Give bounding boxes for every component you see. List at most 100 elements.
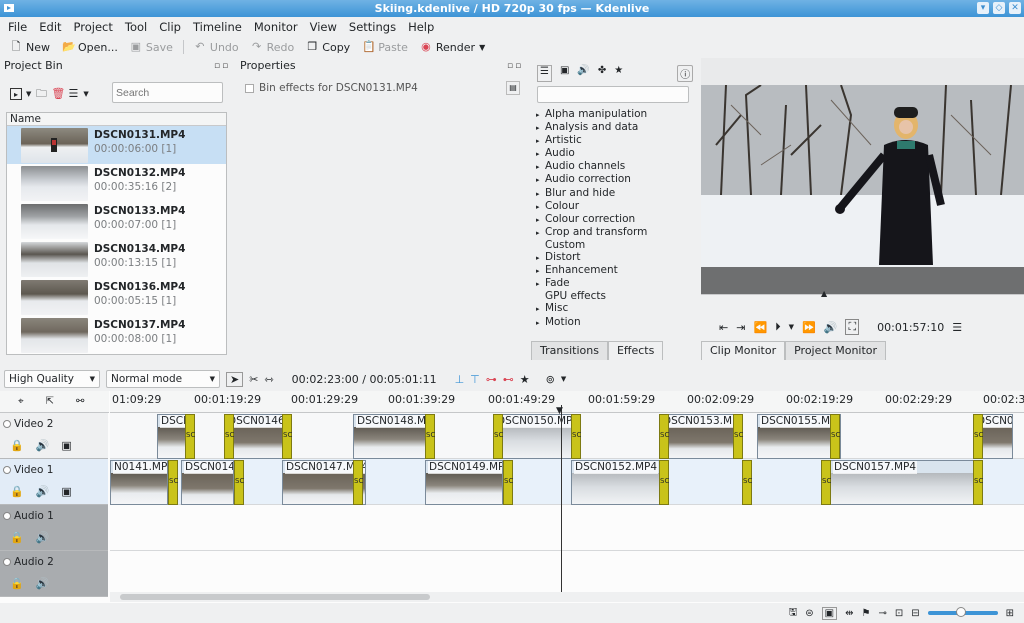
transition-clip[interactable]: SC [733,414,743,459]
tab-project-monitor[interactable]: Project Monitor [785,341,887,360]
transition-clip[interactable]: SC [830,414,840,459]
effect-category-item[interactable]: ▸ Crop and transform [536,226,647,239]
fit-zoom-icon[interactable]: ⛶ [845,319,860,335]
playhead-marker-icon[interactable]: ▼ [556,406,563,416]
timeline-clip[interactable]: DSCN0152.MP4 [571,460,669,505]
timeline-clip[interactable]: DSCN0149.MP4 [425,460,503,505]
add-folder-icon[interactable]: 🗀 [35,88,47,100]
snap-status-icon[interactable]: ⊸ [878,608,886,619]
menu-clip[interactable]: Clip [153,20,187,34]
timeline-scrollbar[interactable] [110,592,1024,602]
transition-clip[interactable]: SC [282,414,292,459]
menu-edit[interactable]: Edit [33,20,67,34]
column-header-name[interactable]: Name [7,113,226,126]
effect-category-item[interactable]: ▸ Enhancement [536,264,647,277]
chevron-down-icon[interactable]: ▼ [789,323,794,331]
monitor-ruler[interactable]: ▲ [701,289,1024,306]
play-icon[interactable]: ⏵ [775,320,781,334]
zoom-slider-handle[interactable] [955,607,966,617]
spacer-tool-icon[interactable]: ⇿ [264,373,273,386]
zoom-fit-icon[interactable]: ⊡ [895,608,903,619]
track-target-icon[interactable] [3,466,11,474]
monitor-preview-image[interactable] [701,85,1024,267]
close-icon[interactable]: ✕ [1009,2,1021,14]
list-view-icon[interactable]: ☰ [537,65,552,82]
panel-float-close-icon[interactable]: ▫▫ [507,61,523,71]
selection-tool-icon[interactable]: ➤ [226,371,244,387]
hide-video-icon[interactable]: ▣ [61,485,71,498]
bin-clip-row[interactable]: DSCN0134.MP4 00:00:13:15 [1] [7,240,226,278]
info-icon[interactable]: ⓘ [677,65,694,82]
bin-search-input[interactable] [112,82,223,103]
save-status-icon[interactable]: 🖫 [789,605,798,622]
chevron-down-icon[interactable]: ▼ [561,375,566,383]
track-header-audio1[interactable]: Audio 1 🔒 🔊 [0,505,108,551]
effect-category-item[interactable]: ▸ Distort [536,251,647,264]
effect-category-item[interactable]: ▸ Alpha manipulation [536,108,647,121]
forward-icon[interactable]: ⏩ [802,321,816,334]
zoom-out-icon[interactable]: ⊟ [911,608,919,619]
zoom-in-icon[interactable]: ⊞ [1006,608,1014,619]
audio-thumbs-icon[interactable]: ⊜ [805,608,813,619]
effect-category-item[interactable]: GPU effects [536,290,647,302]
menu-file[interactable]: File [2,20,33,34]
maximize-icon[interactable]: ◇ [993,2,1005,14]
tab-transitions[interactable]: Transitions [531,341,608,360]
effect-category-item[interactable]: ▸ Audio [536,147,647,160]
effect-category-item[interactable]: ▸ Blur and hide [536,187,647,200]
timeline-playhead[interactable] [561,405,562,602]
extract-icon[interactable]: ⊷ [503,373,514,386]
video-thumbs-icon[interactable]: ▣ [821,606,838,620]
effect-category-item[interactable]: ▸ Colour [536,200,647,213]
delete-icon[interactable]: 🗑 [51,88,65,100]
menu-project[interactable]: Project [68,20,119,34]
bin-effects-row[interactable]: Bin effects for DSCN0131.MP4 [245,82,418,94]
transition-clip[interactable]: SC [353,460,363,505]
transition-clip[interactable]: SC [973,460,983,505]
menu-timeline[interactable]: Timeline [187,20,248,34]
timeline-clip[interactable]: DSCN0155.MP4 [757,414,841,459]
track-header-video2[interactable]: Video 2 🔒 🔊 ▣ [0,413,108,459]
transition-clip[interactable]: SC [168,460,178,505]
timeline-clip[interactable]: DSCN0153.MP4 [659,414,743,459]
panel-float-close-icon[interactable]: ▫▫ [214,61,230,71]
transition-clip[interactable]: SC [821,460,831,505]
effects-search-input[interactable] [537,86,689,103]
timeline-clip[interactable]: DSCN014 [181,460,234,505]
favorite-effects-icon[interactable]: ★ [614,65,623,82]
track-target-icon[interactable] [3,420,11,428]
effect-category-item[interactable]: ▸ Audio channels [536,160,647,173]
timeline-settings-icon[interactable]: ⊚ [546,373,555,386]
track-header-audio2[interactable]: Audio 2 🔒 🔊 [0,551,108,597]
lock-icon[interactable]: 🔒 [10,531,24,544]
effect-category-item[interactable]: ▸ Analysis and data [536,121,647,134]
tab-clip-monitor[interactable]: Clip Monitor [701,341,786,360]
transition-clip[interactable]: SC [659,460,669,505]
menu-help[interactable]: Help [402,20,440,34]
timeline-clip[interactable]: DSCN0148.MP4 [353,414,427,459]
lift-icon[interactable]: ⊶ [486,373,497,386]
save-button[interactable]: ▣ Save [124,37,179,57]
track-header-video1[interactable]: Video 1 🔒 🔊 ▣ [0,459,108,505]
transition-clip[interactable]: SC [425,414,435,459]
lock-icon[interactable]: 🔒 [10,485,24,498]
rewind-icon[interactable]: ⏪ [753,321,767,334]
transition-clip[interactable]: SC [185,414,195,459]
copy-button[interactable]: ❐ Copy [300,37,356,57]
track-target-icon[interactable] [3,558,11,566]
preview-quality-select[interactable]: High Quality ▼ [4,370,100,388]
favorites-icon[interactable]: ★ [520,373,530,386]
redo-button[interactable]: ↷ Redo [245,37,301,57]
monitor-position-marker-icon[interactable]: ▲ [821,289,827,298]
new-button[interactable]: 🗋 New [4,37,56,57]
transition-clip[interactable]: SC [571,414,581,459]
set-zone-in-icon[interactable]: ⇤ [719,321,728,334]
paste-button[interactable]: 📋 Paste [356,37,414,57]
track-target-icon[interactable] [3,512,11,520]
add-clip-icon[interactable]: ▸ [10,88,22,100]
undo-button[interactable]: ↶ Undo [188,37,245,57]
minimize-icon[interactable]: ▾ [977,2,989,14]
transition-clip[interactable]: SC [659,414,669,459]
edit-mode-select[interactable]: Normal mode ▼ [106,370,220,388]
transition-clip[interactable]: SC [493,414,503,459]
